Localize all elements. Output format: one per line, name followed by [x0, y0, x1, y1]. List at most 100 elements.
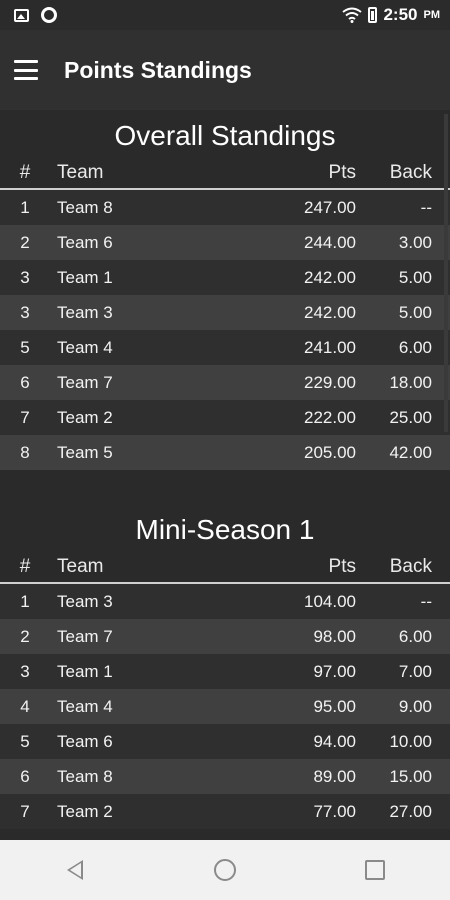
- team-cell: Team 2: [57, 801, 113, 821]
- back-cell: 10.00: [389, 731, 432, 751]
- team-cell: Team 7: [57, 372, 113, 392]
- table-row[interactable]: 4 Team 4 95.00 9.00: [0, 689, 450, 724]
- table-row[interactable]: 2 Team 6 244.00 3.00: [0, 225, 450, 260]
- standings-content[interactable]: Overall Standings # Team Pts Back 1 Team…: [0, 110, 450, 840]
- pts-cell: 222.00: [304, 407, 356, 427]
- table-row[interactable]: 5 Team 6 94.00 10.00: [0, 724, 450, 759]
- back-cell: 3.00: [398, 232, 432, 252]
- back-triangle-icon: [67, 860, 83, 880]
- pts-cell: 242.00: [304, 267, 356, 287]
- rank-cell: 3: [20, 661, 30, 681]
- team-cell: Team 6: [57, 731, 113, 751]
- rank-cell: 3: [20, 267, 30, 287]
- table-row[interactable]: 2 Team 7 98.00 6.00: [0, 619, 450, 654]
- back-cell: 15.00: [389, 766, 432, 786]
- overall-table-header: # Team Pts Back: [0, 158, 450, 190]
- pts-cell: 94.00: [313, 731, 356, 751]
- nav-back-button[interactable]: [45, 850, 105, 890]
- status-time-suffix: PM: [423, 9, 441, 21]
- table-row[interactable]: 3 Team 1 242.00 5.00: [0, 260, 450, 295]
- app-bar: Points Standings: [0, 30, 450, 110]
- back-cell: --: [420, 591, 432, 611]
- table-row[interactable]: 1 Team 3 104.00 --: [0, 584, 450, 619]
- table-row[interactable]: 7 Team 2 222.00 25.00: [0, 400, 450, 435]
- pts-cell: 89.00: [313, 766, 356, 786]
- team-cell: Team 1: [57, 267, 113, 287]
- pts-cell: 247.00: [304, 197, 356, 217]
- column-back-header: Back: [389, 162, 432, 183]
- rank-cell: 6: [20, 766, 30, 786]
- table-row[interactable]: 3 Team 3 242.00 5.00: [0, 295, 450, 330]
- rank-cell: 1: [20, 591, 30, 611]
- column-pts-header: Pts: [328, 556, 356, 577]
- pts-cell: 77.00: [313, 801, 356, 821]
- mini-season-table-header: # Team Pts Back: [0, 552, 450, 584]
- table-row[interactable]: 8 Team 5 205.00 42.00: [0, 435, 450, 470]
- table-row[interactable]: 7 Team 2 77.00 27.00: [0, 794, 450, 829]
- recents-square-icon: [365, 860, 385, 880]
- team-cell: Team 3: [57, 591, 113, 611]
- pts-cell: 95.00: [313, 696, 356, 716]
- pts-cell: 104.00: [304, 591, 356, 611]
- pts-cell: 97.00: [313, 661, 356, 681]
- home-circle-icon: [214, 859, 236, 881]
- page-title: Points Standings: [64, 56, 252, 83]
- rank-cell: 2: [20, 626, 30, 646]
- column-pts-header: Pts: [328, 162, 356, 183]
- table-row[interactable]: 6 Team 7 229.00 18.00: [0, 365, 450, 400]
- team-cell: Team 8: [57, 197, 113, 217]
- back-cell: 5.00: [398, 302, 432, 322]
- pts-cell: 98.00: [313, 626, 356, 646]
- system-navigation-bar: [0, 840, 450, 900]
- rank-cell: 3: [20, 302, 30, 322]
- overall-table-body: 1 Team 8 247.00 -- 2 Team 6 244.00 3.00 …: [0, 190, 450, 470]
- overall-standings-title: Overall Standings: [114, 120, 336, 151]
- nav-recents-button[interactable]: [345, 850, 405, 890]
- scrollbar[interactable]: [444, 114, 448, 432]
- rank-cell: 7: [20, 801, 30, 821]
- rank-cell: 2: [20, 232, 30, 252]
- mini-season-title: Mini-Season 1: [135, 514, 315, 545]
- menu-icon[interactable]: [14, 60, 38, 80]
- table-row[interactable]: 5 Team 4 241.00 6.00: [0, 330, 450, 365]
- mini-season-table-body: 1 Team 3 104.00 -- 2 Team 7 98.00 6.00 3…: [0, 584, 450, 829]
- team-cell: Team 8: [57, 766, 113, 786]
- back-cell: 25.00: [389, 407, 432, 427]
- rank-cell: 1: [20, 197, 30, 217]
- back-cell: 5.00: [398, 267, 432, 287]
- table-row[interactable]: 3 Team 1 97.00 7.00: [0, 654, 450, 689]
- rank-cell: 4: [20, 696, 30, 716]
- team-cell: Team 3: [57, 302, 113, 322]
- team-cell: Team 7: [57, 626, 113, 646]
- column-rank-header: #: [19, 556, 31, 577]
- column-team-header: Team: [57, 162, 104, 183]
- rank-cell: 5: [20, 337, 30, 357]
- circle-notification-icon: [41, 7, 57, 23]
- status-time: 2:50: [383, 5, 418, 24]
- team-cell: Team 5: [57, 442, 113, 462]
- table-row[interactable]: 6 Team 8 89.00 15.00: [0, 759, 450, 794]
- pts-cell: 229.00: [304, 372, 356, 392]
- rank-cell: 7: [20, 407, 30, 427]
- team-cell: Team 2: [57, 407, 113, 427]
- wifi-icon: [342, 7, 363, 23]
- team-cell: Team 6: [57, 232, 113, 252]
- battery-icon: [368, 7, 378, 23]
- column-back-header: Back: [389, 556, 432, 577]
- rank-cell: 6: [20, 372, 30, 392]
- back-cell: 27.00: [389, 801, 432, 821]
- back-cell: 18.00: [389, 372, 432, 392]
- table-row[interactable]: 1 Team 8 247.00 --: [0, 190, 450, 225]
- pts-cell: 205.00: [304, 442, 356, 462]
- status-bar: 2:50 PM: [0, 0, 450, 30]
- pts-cell: 241.00: [304, 337, 356, 357]
- image-notification-icon: [14, 8, 29, 22]
- back-cell: 9.00: [398, 696, 432, 716]
- team-cell: Team 1: [57, 661, 113, 681]
- back-cell: 6.00: [398, 626, 432, 646]
- pts-cell: 244.00: [304, 232, 356, 252]
- column-team-header: Team: [57, 556, 104, 577]
- rank-cell: 8: [20, 442, 30, 462]
- pts-cell: 242.00: [304, 302, 356, 322]
- nav-home-button[interactable]: [195, 850, 255, 890]
